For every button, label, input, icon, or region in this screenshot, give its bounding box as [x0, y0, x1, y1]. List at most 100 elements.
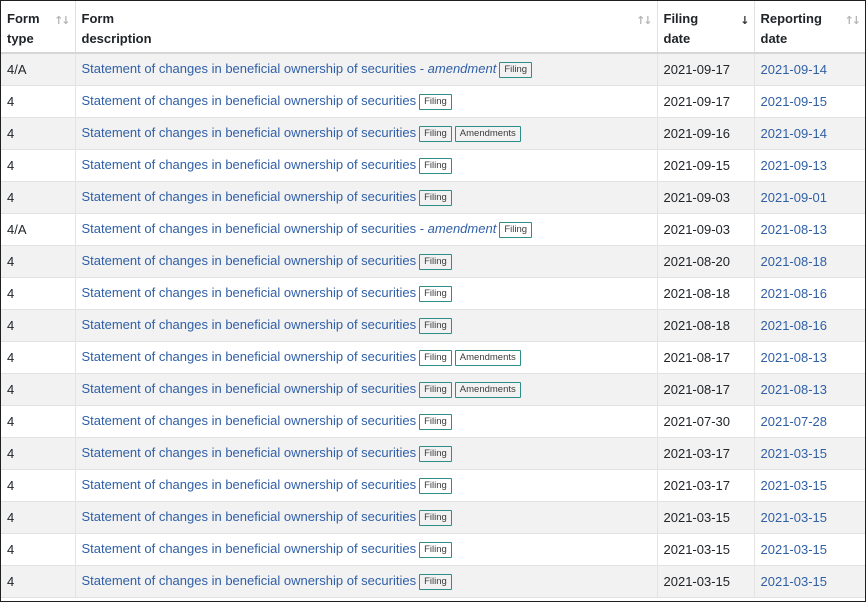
reporting-date-link[interactable]: 2021-03-15 [761, 446, 828, 461]
filing-badge[interactable]: Filing [419, 157, 452, 174]
filing-badge[interactable]: Filing [419, 381, 452, 398]
filing-date: 2021-03-15 [663, 541, 731, 557]
reporting-date-link[interactable]: 2021-08-13 [761, 350, 828, 365]
form-description-link[interactable]: Statement of changes in beneficial owner… [82, 61, 417, 76]
filing-date-cell: 2021-03-15 [657, 565, 755, 598]
filing-date: 2021-09-16 [663, 125, 731, 141]
reporting-date-link[interactable]: 2021-08-13 [761, 222, 828, 237]
reporting-date-link[interactable]: 2021-08-16 [761, 318, 828, 333]
table-row: 4/A Statement of changes in beneficial o… [1, 213, 865, 246]
form-description-link[interactable]: Statement of changes in beneficial owner… [82, 317, 417, 332]
form-description-link[interactable]: Statement of changes in beneficial owner… [82, 477, 417, 492]
reporting-date-link[interactable]: 2021-07-28 [761, 414, 828, 429]
table-row: 4 Statement of changes in beneficial own… [1, 117, 865, 150]
filing-date-cell: 2021-09-03 [657, 181, 755, 214]
reporting-date-link[interactable]: 2021-09-13 [761, 158, 828, 173]
amendments-badge[interactable]: Amendments [454, 349, 521, 366]
form-description-link[interactable]: Statement of changes in beneficial owner… [82, 157, 417, 172]
reporting-date-link[interactable]: 2021-08-18 [761, 254, 828, 269]
reporting-date-link[interactable]: 2021-03-15 [761, 574, 828, 589]
table-row: 4 Statement of changes in beneficial own… [1, 501, 865, 534]
filing-badge[interactable]: Filing [499, 221, 533, 238]
sort-icon[interactable]: ↑↓ [54, 11, 71, 31]
filing-date: 2021-03-15 [663, 573, 731, 589]
amendment-link[interactable]: amendment [428, 221, 497, 236]
filing-badge[interactable]: Filing [419, 189, 452, 206]
column-header-filing-date[interactable]: Filing date ↓ [657, 1, 755, 54]
filing-badge[interactable]: Filing [419, 125, 452, 142]
table-row: 4 Statement of changes in beneficial own… [1, 277, 865, 310]
filing-date: 2021-08-18 [663, 285, 731, 301]
form-description-cell: Statement of changes in beneficial owner… [75, 53, 658, 86]
form-type-cell: 4 [1, 469, 76, 502]
reporting-date-link[interactable]: 2021-08-13 [761, 382, 828, 397]
form-description-link[interactable]: Statement of changes in beneficial owner… [82, 445, 417, 460]
reporting-date-link[interactable]: 2021-09-14 [761, 62, 828, 77]
filing-badge[interactable]: Filing [419, 253, 452, 270]
reporting-date-link[interactable]: 2021-09-01 [761, 190, 828, 205]
form-type: 4 [7, 509, 15, 525]
reporting-date-link[interactable]: 2021-09-14 [761, 126, 828, 141]
form-description-cell: Statement of changes in beneficial owner… [75, 373, 658, 406]
sort-icon[interactable]: ↑↓ [845, 11, 862, 31]
form-description-link[interactable]: Statement of changes in beneficial owner… [82, 573, 417, 588]
reporting-date-link[interactable]: 2021-03-15 [761, 478, 828, 493]
form-description-link[interactable]: Statement of changes in beneficial owner… [82, 509, 417, 524]
reporting-date-cell: 2021-03-15 [754, 533, 865, 566]
filing-date: 2021-08-17 [663, 349, 731, 365]
form-type-cell: 4 [1, 341, 76, 374]
filing-badge[interactable]: Filing [419, 349, 452, 366]
sort-icon[interactable]: ↑↓ [636, 11, 653, 31]
amendment-separator[interactable]: - [416, 61, 428, 76]
form-description-link[interactable]: Statement of changes in beneficial owner… [82, 349, 417, 364]
amendments-badge[interactable]: Amendments [454, 381, 521, 398]
table-row: 4 Statement of changes in beneficial own… [1, 437, 865, 470]
filing-badge[interactable]: Filing [419, 509, 452, 526]
form-type-cell: 4/A [1, 213, 76, 246]
filing-badge[interactable]: Filing [419, 413, 452, 430]
form-description-cell: Statement of changes in beneficial owner… [75, 277, 658, 310]
reporting-date-link[interactable]: 2021-08-16 [761, 286, 828, 301]
header-label: description [81, 31, 152, 46]
reporting-date-cell: 2021-09-01 [754, 181, 865, 214]
reporting-date-cell: 2021-09-14 [754, 53, 865, 86]
reporting-date-link[interactable]: 2021-03-15 [761, 542, 828, 557]
form-description-link[interactable]: Statement of changes in beneficial owner… [82, 253, 417, 268]
header-label: date [663, 31, 691, 46]
filing-badge[interactable]: Filing [419, 285, 452, 302]
column-header-form-type[interactable]: Form type ↑↓ [1, 1, 76, 54]
form-description-link[interactable]: Statement of changes in beneficial owner… [82, 381, 417, 396]
column-header-reporting-date[interactable]: Reporting date ↑↓ [754, 1, 865, 54]
filing-badge[interactable]: Filing [419, 445, 452, 462]
reporting-date-cell: 2021-03-15 [754, 501, 865, 534]
table-row: 4 Statement of changes in beneficial own… [1, 469, 865, 502]
form-type-cell: 4 [1, 501, 76, 534]
form-type: 4/A [7, 221, 27, 237]
reporting-date-cell: 2021-09-15 [754, 85, 865, 118]
form-description-link[interactable]: Statement of changes in beneficial owner… [82, 221, 417, 236]
column-header-form-description[interactable]: Form description ↑↓ [75, 1, 658, 54]
filing-badge[interactable]: Filing [419, 93, 452, 110]
filing-badge[interactable]: Filing [419, 573, 452, 590]
filing-badge[interactable]: Filing [499, 61, 533, 78]
filing-badge[interactable]: Filing [419, 477, 452, 494]
form-description-link[interactable]: Statement of changes in beneficial owner… [82, 93, 417, 108]
amendment-separator[interactable]: - [416, 221, 428, 236]
reporting-date-link[interactable]: 2021-09-15 [761, 94, 828, 109]
header-label: Form [81, 11, 115, 26]
form-description-link[interactable]: Statement of changes in beneficial owner… [82, 285, 417, 300]
reporting-date-link[interactable]: 2021-03-15 [761, 510, 828, 525]
sort-desc-icon[interactable]: ↓ [740, 11, 749, 31]
reporting-date-cell: 2021-08-13 [754, 213, 865, 246]
form-description-link[interactable]: Statement of changes in beneficial owner… [82, 541, 417, 556]
amendment-link[interactable]: amendment [428, 61, 497, 76]
form-description-link[interactable]: Statement of changes in beneficial owner… [82, 189, 417, 204]
form-description-cell: Statement of changes in beneficial owner… [75, 85, 658, 118]
form-description-cell: Statement of changes in beneficial owner… [75, 309, 658, 342]
filing-badge[interactable]: Filing [419, 317, 452, 334]
form-description-link[interactable]: Statement of changes in beneficial owner… [82, 413, 417, 428]
form-type-cell: 4 [1, 85, 76, 118]
amendments-badge[interactable]: Amendments [454, 125, 521, 142]
filing-badge[interactable]: Filing [419, 541, 452, 558]
form-description-link[interactable]: Statement of changes in beneficial owner… [82, 125, 417, 140]
